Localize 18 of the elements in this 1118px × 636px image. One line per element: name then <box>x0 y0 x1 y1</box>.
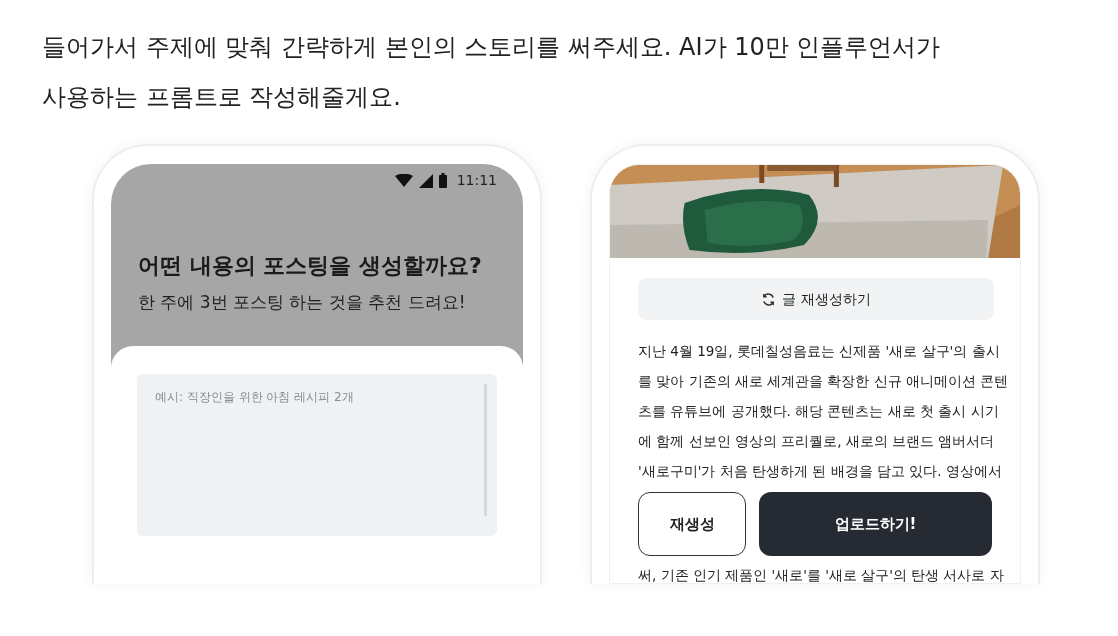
prompt-field[interactable]: 예시: 직장인을 위한 아침 레시피 2개 <box>137 373 497 536</box>
refresh-icon <box>761 291 777 307</box>
article-line: 츠를 유튜브에 공개했다. 해당 콘텐츠는 새로 첫 출시 시기 <box>638 402 1000 421</box>
question-title: 어떤 내용의 포스팅을 생성할까요? <box>138 252 483 280</box>
status-time: 11:11 <box>456 171 497 190</box>
battery-icon <box>438 173 447 188</box>
upload-button[interactable]: 업로드하기! <box>759 492 992 556</box>
regenerate-button[interactable]: 글 재생성하기 <box>638 278 994 320</box>
wifi-icon <box>394 174 413 187</box>
article-line: 를 맞아 기존의 새로 세계관을 확장한 신규 애니메이션 콘텐 <box>638 372 1010 391</box>
intro-text: 들어가서 주제에 맞춰 간략하게 본인의 스토리를 써주세요. AI가 10만 인플루언서가 사용하는 프롬트로 작성해줄게요. <box>42 32 942 113</box>
regenerate-button[interactable]: 재생성 <box>638 492 746 556</box>
signal-icon <box>418 173 433 188</box>
article-line: 지난 4월 19일, 롯데칠성음료는 신제품 '새로 살구'의 출시 <box>638 342 1001 361</box>
question-subtitle: 한 주에 3번 포스팅 하는 것을 추천 드려요! <box>138 291 467 314</box>
article-line: 에 함께 선보인 영상의 프리퀄로, 새로의 브랜드 앰버서더 <box>638 432 996 451</box>
article-line: 써, 기존 인기 제품인 '새로'를 '새로 살구'의 탄생 서사로 자 <box>638 566 1005 583</box>
article-line: '새로구미'가 처음 탄생하게 된 배경을 담고 있다. 영상에서 <box>638 462 1003 481</box>
